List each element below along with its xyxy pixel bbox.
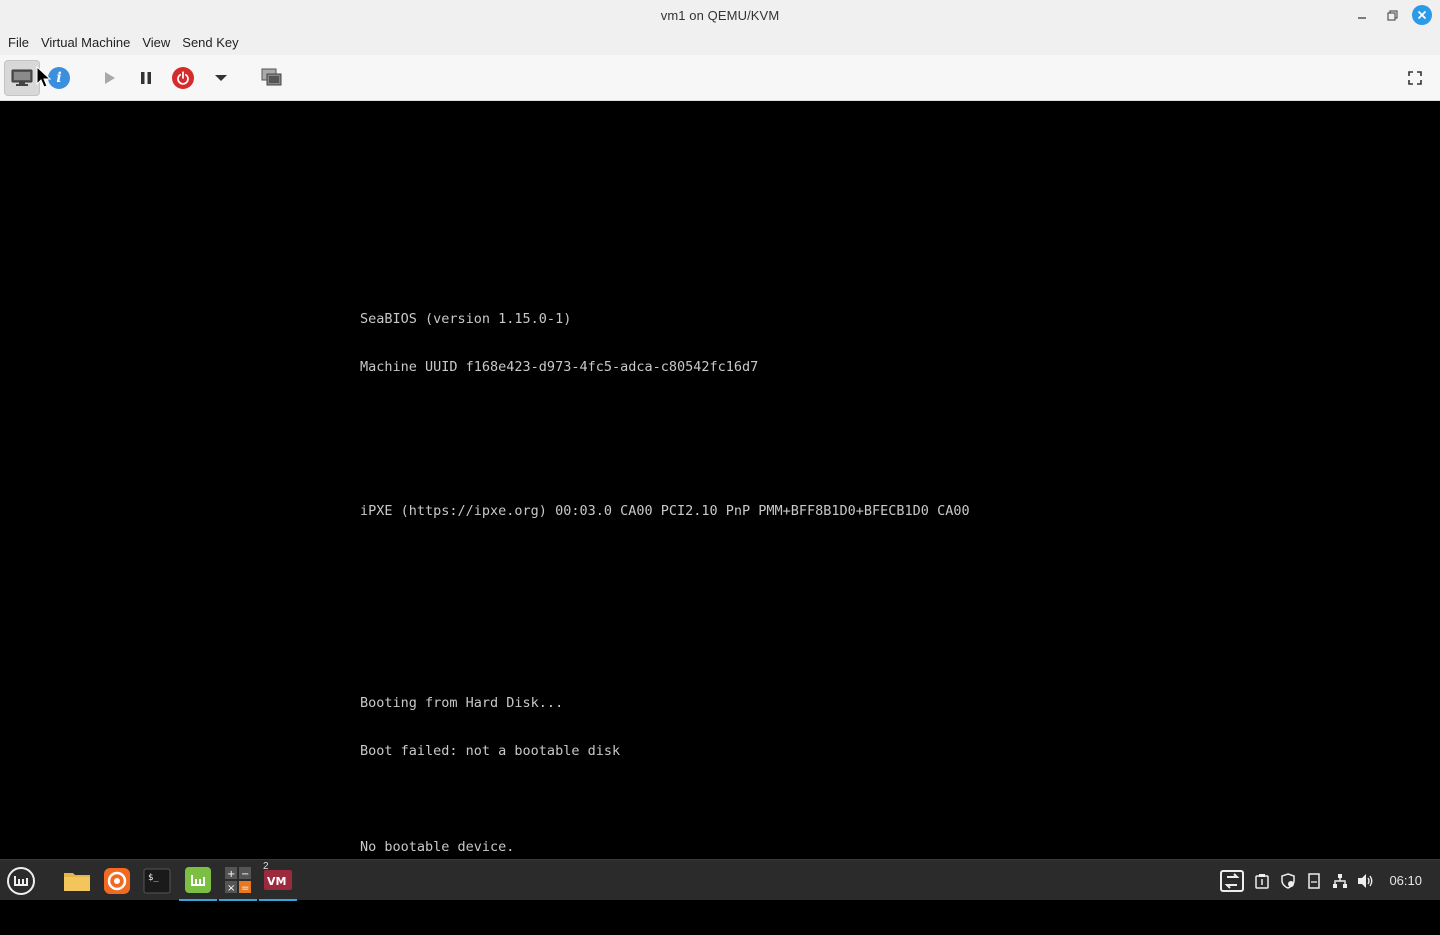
console-line: SeaBIOS (version 1.15.0-1) bbox=[360, 311, 572, 327]
tray-screen-switch[interactable] bbox=[1219, 868, 1245, 894]
screen-switch-icon bbox=[1220, 869, 1245, 892]
svg-text:×: × bbox=[227, 883, 235, 894]
power-icon bbox=[172, 67, 194, 89]
chevron-down-icon bbox=[215, 75, 227, 81]
volume-icon bbox=[1358, 873, 1373, 888]
toolbar: i bbox=[0, 55, 1440, 101]
pause-icon bbox=[141, 72, 151, 84]
fullscreen-button[interactable] bbox=[1400, 60, 1430, 96]
menu-virtual-machine[interactable]: Virtual Machine bbox=[37, 35, 134, 50]
taskbar-software-manager[interactable] bbox=[179, 860, 217, 901]
bios-output: SeaBIOS (version 1.15.0-1) Machine UUID … bbox=[360, 279, 970, 935]
svg-text:$_: $_ bbox=[148, 873, 159, 883]
snapshots-button[interactable] bbox=[257, 60, 287, 96]
title-bar: vm1 on QEMU/KVM bbox=[0, 0, 1440, 30]
window-count-badge: 2 bbox=[263, 861, 269, 872]
shutdown-menu-button[interactable] bbox=[206, 60, 236, 96]
menu-bar: File Virtual Machine View Send Key bbox=[0, 30, 1440, 55]
taskbar-virt-manager[interactable]: 2 VM bbox=[259, 860, 297, 901]
vm-console[interactable]: SeaBIOS (version 1.15.0-1) Machine UUID … bbox=[0, 101, 1440, 900]
system-tray: 06:10 bbox=[1219, 860, 1440, 901]
monitor-icon bbox=[11, 69, 33, 86]
network-icon bbox=[1333, 873, 1348, 888]
svg-text:+: + bbox=[227, 869, 235, 880]
console-line: iPXE (https://ipxe.org) 00:03.0 CA00 PCI… bbox=[360, 503, 970, 519]
taskbar-files[interactable] bbox=[58, 860, 96, 901]
close-icon bbox=[1417, 10, 1427, 20]
snapshot-icon bbox=[261, 68, 282, 86]
taskbar: $_ + − × = 2 VM 06:10 bbox=[0, 859, 1440, 901]
tray-update-manager[interactable] bbox=[1279, 872, 1297, 890]
pause-button[interactable] bbox=[131, 60, 161, 96]
console-line: Machine UUID f168e423-d973-4fc5-adca-c80… bbox=[360, 359, 759, 375]
notes-icon bbox=[1308, 872, 1321, 889]
menu-send-key[interactable]: Send Key bbox=[178, 35, 242, 50]
console-line: Boot failed: not a bootable disk bbox=[360, 743, 621, 759]
calculator-icon: + − × = bbox=[225, 866, 251, 894]
clock[interactable]: 06:10 bbox=[1389, 873, 1422, 888]
console-line: Booting from Hard Disk... bbox=[360, 695, 564, 711]
mint-software-icon bbox=[185, 866, 211, 893]
restore-icon bbox=[1386, 9, 1398, 21]
taskbar-firefox[interactable] bbox=[98, 860, 136, 901]
window-controls bbox=[1352, 0, 1432, 30]
tray-network[interactable] bbox=[1331, 872, 1349, 890]
svg-text:=: = bbox=[241, 883, 249, 894]
mint-menu-icon bbox=[7, 866, 35, 895]
minimize-icon bbox=[1358, 17, 1366, 19]
svg-text:VM: VM bbox=[267, 875, 286, 888]
folder-icon bbox=[64, 872, 90, 891]
tray-volume[interactable] bbox=[1357, 872, 1375, 890]
run-button[interactable] bbox=[94, 60, 124, 96]
console-button[interactable] bbox=[4, 60, 40, 96]
menu-view[interactable]: View bbox=[138, 35, 174, 50]
minimize-button[interactable] bbox=[1352, 5, 1372, 25]
taskbar-terminal[interactable]: $_ bbox=[138, 860, 176, 901]
play-icon bbox=[105, 72, 115, 84]
taskbar-calculator[interactable]: + − × = bbox=[219, 860, 257, 901]
tray-notes[interactable] bbox=[1305, 872, 1323, 890]
svg-text:−: − bbox=[241, 869, 249, 880]
firefox-icon bbox=[104, 867, 130, 894]
menu-file[interactable]: File bbox=[4, 35, 33, 50]
clipboard-icon bbox=[1255, 873, 1270, 889]
fullscreen-icon bbox=[1408, 71, 1422, 85]
terminal-icon: $_ bbox=[143, 868, 171, 893]
console-line: No bootable device. bbox=[360, 839, 515, 855]
maximize-button[interactable] bbox=[1382, 5, 1402, 25]
start-menu-button[interactable] bbox=[2, 860, 40, 901]
tray-clipboard[interactable] bbox=[1253, 872, 1271, 890]
shutdown-button[interactable] bbox=[168, 60, 198, 96]
mouse-pointer-icon bbox=[36, 66, 52, 88]
close-button[interactable] bbox=[1412, 5, 1432, 25]
shield-icon bbox=[1281, 872, 1296, 889]
window-title: vm1 on QEMU/KVM bbox=[660, 7, 780, 23]
